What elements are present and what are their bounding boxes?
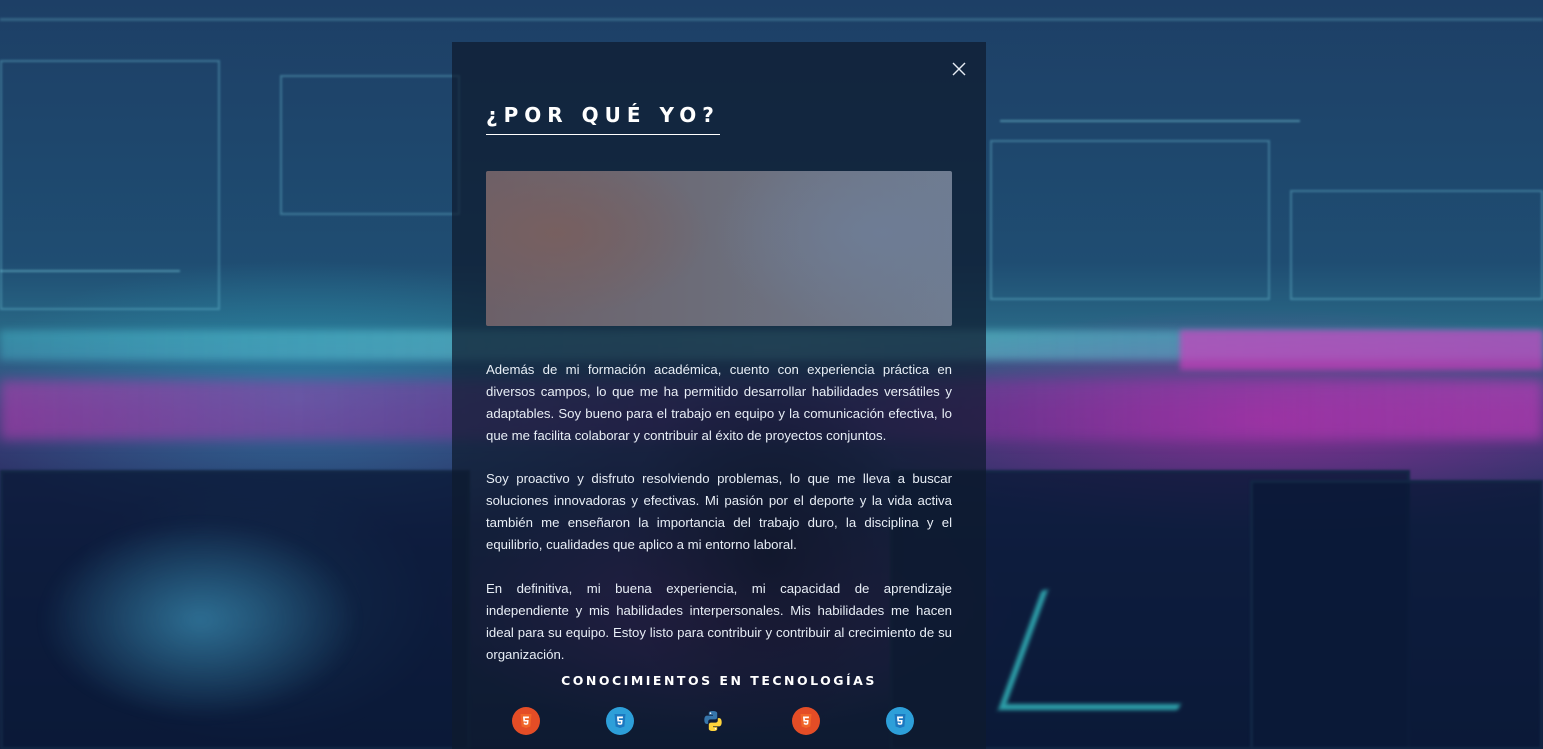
html5-icon xyxy=(792,707,820,735)
close-icon xyxy=(952,62,966,76)
css3-icon xyxy=(606,707,634,735)
paragraph-conclusion: En definitiva, mi buena experiencia, mi … xyxy=(486,581,952,662)
modal-title: ¿POR QUÉ YO? xyxy=(486,103,720,135)
css3-icon xyxy=(886,707,914,735)
paragraph-proactive: Soy proactivo y disfruto resolviendo pro… xyxy=(486,471,952,552)
hero-image xyxy=(486,171,952,326)
tech-icons-row xyxy=(0,707,1543,737)
python-icon xyxy=(699,707,727,735)
paragraph-experience: Además de mi formación académica, cuento… xyxy=(486,362,952,443)
close-button[interactable] xyxy=(950,60,968,78)
tech-section-title: CONOCIMIENTOS EN TECNOLOGÍAS xyxy=(561,673,877,688)
html5-icon xyxy=(512,707,540,735)
